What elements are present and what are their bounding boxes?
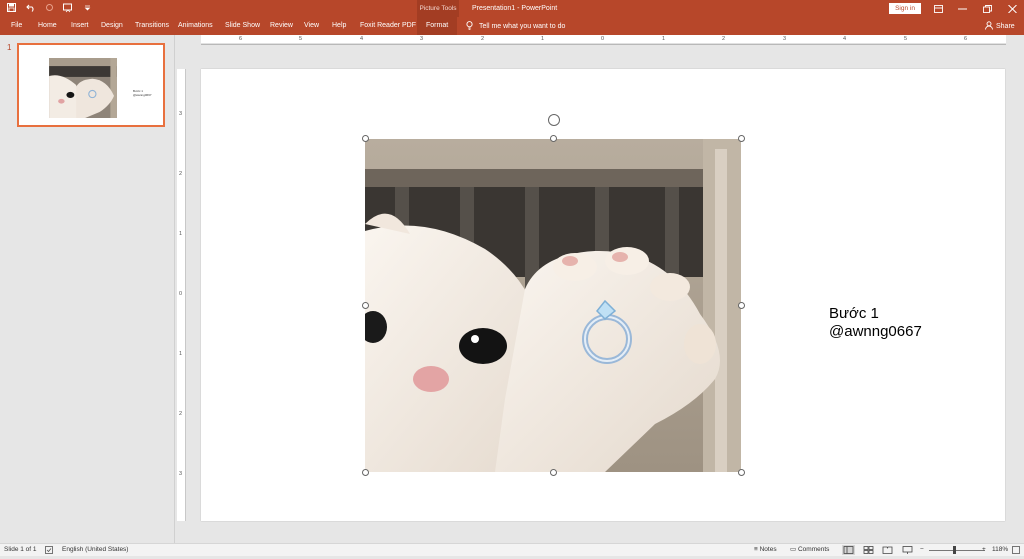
notes-button[interactable]: ≡ Notes [754, 544, 777, 556]
ruler-label: 1 [179, 351, 183, 357]
tab-insert[interactable]: Insert [71, 17, 89, 35]
ruler-label: 1 [179, 231, 183, 237]
tab-slide-show[interactable]: Slide Show [225, 17, 260, 35]
restore-icon[interactable] [975, 0, 999, 17]
normal-view-icon[interactable] [842, 545, 855, 555]
ruler-label: 4 [843, 36, 847, 42]
notes-label: Notes [759, 546, 777, 553]
notes-icon: ≡ [754, 546, 758, 553]
comments-icon: ▭ [790, 546, 797, 553]
zoom-slider-thumb[interactable] [953, 546, 956, 554]
start-from-beginning-icon[interactable] [63, 2, 74, 13]
status-bar: Slide 1 of 1 English (United States) ≡ N… [0, 543, 1024, 556]
ruler-label: 5 [299, 36, 303, 42]
ribbon-display-icon[interactable] [926, 0, 950, 17]
cat-picture [365, 139, 741, 472]
resize-handle-bottom[interactable] [550, 469, 557, 476]
tell-me-label: Tell me what you want to do [479, 22, 566, 30]
tab-animations[interactable]: Animations [178, 17, 213, 35]
vertical-ruler: 3 2 1 0 1 2 3 [177, 69, 186, 521]
tab-view[interactable]: View [304, 17, 319, 35]
rotate-handle-icon[interactable] [548, 114, 560, 126]
resize-handle-bottom-right[interactable] [738, 469, 745, 476]
ribbon-tab-bar: File Home Insert Design Transitions Anim… [0, 17, 1024, 35]
reading-view-icon[interactable] [881, 545, 894, 555]
picture-tools-context-label: Picture Tools [417, 0, 459, 17]
resize-handle-bottom-left[interactable] [362, 469, 369, 476]
thumbnail-text-line2: @awnng0667 [133, 93, 152, 97]
share-label: Share [996, 22, 1015, 30]
resize-handle-top-right[interactable] [738, 135, 745, 142]
slide-sorter-icon[interactable] [862, 545, 875, 555]
horizontal-ruler: 6 5 4 3 2 1 0 1 2 3 4 5 6 [201, 35, 1006, 45]
ruler-label: 2 [179, 411, 183, 417]
thumbnail-text: Bước 1 @awnng0667 [133, 89, 152, 97]
tab-design[interactable]: Design [101, 17, 123, 35]
comments-button[interactable]: ▭ Comments [790, 544, 829, 556]
zoom-in-button[interactable]: + [982, 544, 986, 556]
comments-label: Comments [797, 546, 830, 553]
zoom-slider-track[interactable] [929, 549, 985, 551]
zoom-out-button[interactable]: − [920, 544, 924, 556]
share-button[interactable]: Share [985, 17, 1015, 35]
tab-help[interactable]: Help [332, 17, 346, 35]
ruler-label: 0 [179, 291, 183, 297]
resize-handle-top-left[interactable] [362, 135, 369, 142]
ruler-label: 5 [904, 36, 908, 42]
fit-slide-icon[interactable] [1012, 544, 1020, 556]
resize-handle-right[interactable] [738, 302, 745, 309]
minimize-icon[interactable] [950, 0, 974, 17]
selected-picture[interactable] [365, 139, 741, 472]
sign-in-button[interactable]: Sign in [889, 3, 921, 14]
slide-text-line2: @awnng0667 [829, 323, 922, 340]
ruler-label: 3 [783, 36, 787, 42]
quick-access-toolbar [6, 2, 93, 13]
save-icon[interactable] [6, 2, 17, 13]
spell-check-icon[interactable] [45, 544, 53, 556]
language-indicator[interactable]: English (United States) [62, 544, 128, 556]
thumbnail-picture [49, 58, 117, 118]
ruler-label: 4 [360, 36, 364, 42]
ruler-label: 1 [662, 36, 666, 42]
title-bar: Picture Tools Presentation1 - PowerPoint… [0, 0, 1024, 17]
ruler-label: 2 [179, 171, 183, 177]
tab-file[interactable]: File [11, 17, 22, 35]
ruler-label: 3 [420, 36, 424, 42]
ruler-label: 2 [481, 36, 485, 42]
tell-me-search[interactable]: Tell me what you want to do [466, 17, 565, 35]
close-icon[interactable] [1000, 0, 1024, 17]
ruler-label: 6 [964, 36, 968, 42]
tab-format[interactable]: Format [417, 17, 458, 35]
ruler-label: 3 [179, 471, 183, 477]
tab-transitions[interactable]: Transitions [135, 17, 169, 35]
slide-text-box[interactable]: Bước 1 @awnng0667 [829, 305, 922, 341]
zoom-level[interactable]: 118% [992, 544, 1008, 556]
slide-thumbnail-number: 1 [7, 43, 12, 52]
ruler-label: 0 [601, 36, 605, 42]
lightbulb-icon [466, 20, 473, 32]
customize-qat-icon[interactable] [82, 2, 93, 13]
document-title: Presentation1 - PowerPoint [472, 5, 558, 12]
ruler-label: 2 [722, 36, 726, 42]
ruler-label: 6 [239, 36, 243, 42]
slide-thumbnails-pane: 1 Bước 1 @awnng0667 [0, 35, 175, 543]
ruler-label: 1 [541, 36, 545, 42]
tab-review[interactable]: Review [270, 17, 293, 35]
resize-handle-top[interactable] [550, 135, 557, 142]
tab-foxit-reader-pdf[interactable]: Foxit Reader PDF [360, 17, 416, 35]
share-person-icon [985, 20, 993, 32]
resize-handle-left[interactable] [362, 302, 369, 309]
slide-text-line1: Bước 1 [829, 305, 879, 322]
redo-icon[interactable] [44, 2, 55, 13]
slideshow-view-icon[interactable] [901, 545, 914, 555]
slide-count: Slide 1 of 1 [4, 546, 37, 553]
tab-home[interactable]: Home [38, 17, 57, 35]
slide-thumbnail[interactable]: Bước 1 @awnng0667 [17, 43, 165, 127]
undo-icon[interactable] [25, 2, 36, 13]
ruler-label: 3 [179, 111, 183, 117]
